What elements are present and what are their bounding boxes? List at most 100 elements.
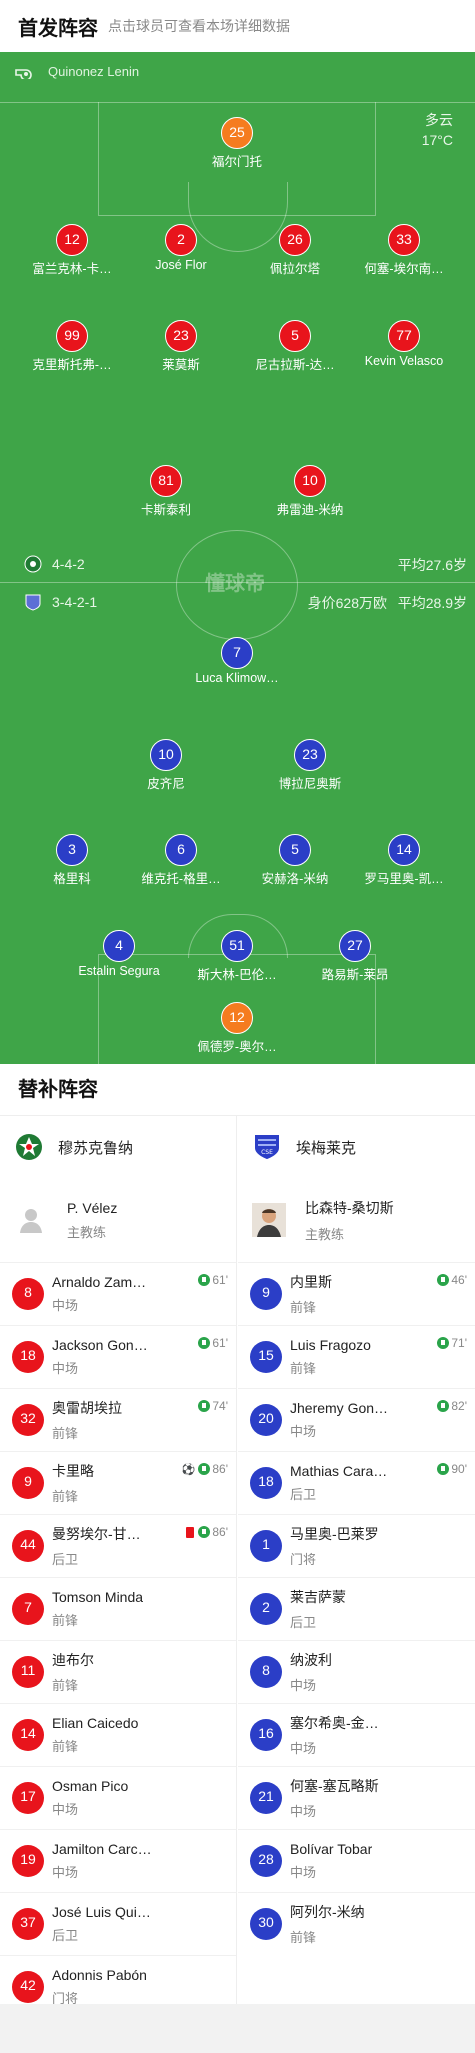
- sub-minute: 46': [451, 1273, 467, 1287]
- player-name: 格里科: [53, 872, 91, 886]
- player-marker[interactable]: 3 格里科: [12, 834, 132, 887]
- player-name: 纳波利: [290, 1652, 332, 1668]
- substitute-row[interactable]: 8 Arnaldo Zam… 中场 61': [0, 1262, 236, 1325]
- referee-name: Quinonez Lenin: [48, 64, 140, 79]
- substitute-row[interactable]: 7 Tomson Minda 前锋: [0, 1577, 236, 1640]
- sub-on-icon: [437, 1274, 450, 1286]
- substitute-row[interactable]: 9 内里斯 前锋 46': [238, 1262, 475, 1325]
- player-marker[interactable]: 12 佩德罗-奥尔…: [177, 1002, 297, 1055]
- jersey-number: 23: [165, 320, 197, 352]
- home-team-name: 穆苏克鲁纳: [58, 1139, 134, 1157]
- player-name: 莱莫斯: [162, 358, 200, 372]
- player-name: 斯大林-巴伦…: [197, 968, 277, 982]
- substitute-row[interactable]: 44 曼努埃尔-甘… 后卫 86': [0, 1514, 236, 1577]
- player-name: 曼努埃尔-甘…: [52, 1526, 141, 1542]
- substitute-row[interactable]: 14 Elian Caicedo 前锋: [0, 1703, 236, 1766]
- player-position: 前锋: [52, 1613, 79, 1628]
- player-marker[interactable]: 27 路易斯-莱昂: [295, 930, 415, 983]
- substitute-row[interactable]: 17 Osman Pico 中场: [0, 1766, 236, 1829]
- player-marker[interactable]: 81 卡斯泰利: [106, 465, 226, 518]
- substitute-row[interactable]: 9 卡里略 前锋 ⚽ 86': [0, 1451, 236, 1514]
- player-name: Arnaldo Zam…: [52, 1274, 147, 1290]
- sub-event: 61': [198, 1336, 228, 1350]
- player-name: 卡里略: [52, 1463, 94, 1479]
- player-position: 中场: [290, 1424, 317, 1439]
- player-name: Jheremy Gon…: [290, 1400, 389, 1416]
- player-marker[interactable]: 5 尼古拉斯-达…: [235, 320, 355, 373]
- player-marker[interactable]: 4 Estalin Segura: [59, 930, 179, 978]
- sub-minute: 82': [451, 1399, 467, 1413]
- watermark: 懂球帝: [205, 573, 265, 595]
- jersey-number: 7: [221, 637, 253, 669]
- player-marker[interactable]: 10 皮齐尼: [106, 739, 226, 792]
- jersey-number: 11: [12, 1656, 44, 1688]
- player-marker[interactable]: 77 Kevin Velasco: [344, 320, 464, 368]
- player-marker[interactable]: 14 罗马里奥-凯…: [344, 834, 464, 887]
- player-position: 中场: [52, 1298, 79, 1313]
- player-name: 迪布尔: [52, 1652, 94, 1668]
- home-coach[interactable]: P. Vélez 主教练: [0, 1178, 236, 1262]
- substitute-row[interactable]: 37 José Luis Qui… 后卫: [0, 1892, 236, 1955]
- player-marker[interactable]: 23 博拉尼奥斯: [250, 739, 370, 792]
- player-marker[interactable]: 23 莱莫斯: [121, 320, 241, 373]
- home-team-row[interactable]: 穆苏克鲁纳: [0, 1116, 236, 1178]
- substitute-row[interactable]: 1 马里奥-巴莱罗 门将: [238, 1514, 475, 1577]
- player-name: Luca Klimow…: [195, 671, 279, 685]
- jersey-number: 8: [250, 1656, 282, 1688]
- sub-minute: 86': [212, 1525, 228, 1539]
- player-marker[interactable]: 10 弗雷迪-米纳: [250, 465, 370, 518]
- player-name: 莱吉萨蒙: [290, 1589, 346, 1605]
- substitute-row[interactable]: 15 Luis Fragozo 前锋 71': [238, 1325, 475, 1388]
- substitute-row[interactable]: 42 Adonnis Pabón 门将: [0, 1955, 236, 2018]
- player-name: 罗马里奥-凯…: [364, 872, 444, 886]
- sub-event: 90': [437, 1462, 467, 1476]
- lineup-title: 首发阵容: [18, 17, 98, 40]
- jersey-number: 14: [12, 1719, 44, 1751]
- player-name: Kevin Velasco: [364, 354, 444, 368]
- player-marker[interactable]: 12 富兰克林-卡…: [12, 224, 132, 277]
- player-marker[interactable]: 2 José Flor: [121, 224, 241, 272]
- jersey-number: 23: [294, 739, 326, 771]
- substitute-row[interactable]: 18 Mathias Cara… 后卫 90': [238, 1451, 475, 1514]
- player-name: Bolívar Tobar: [290, 1841, 373, 1857]
- player-position: 后卫: [290, 1487, 317, 1502]
- away-avg-age: 平均28.9岁: [397, 595, 467, 611]
- substitute-row[interactable]: 30 阿列尔-米纳 前锋: [238, 1892, 475, 1955]
- substitute-row[interactable]: 16 塞尔希奥-金… 中场: [238, 1703, 475, 1766]
- player-marker[interactable]: 51 斯大林-巴伦…: [177, 930, 297, 983]
- player-marker[interactable]: 7 Luca Klimow…: [177, 637, 297, 685]
- player-name: 皮齐尼: [147, 777, 185, 791]
- sub-minute: 71': [451, 1336, 467, 1350]
- player-marker[interactable]: 6 维克托-格里…: [121, 834, 241, 887]
- substitute-row[interactable]: 32 奥雷胡埃拉 前锋 74': [0, 1388, 236, 1451]
- player-name: 阿列尔-米纳: [290, 1904, 365, 1920]
- jersey-number: 15: [250, 1341, 282, 1373]
- player-position: 中场: [290, 1678, 317, 1693]
- player-marker[interactable]: 25 福尔门托: [177, 117, 297, 170]
- player-position: 中场: [52, 1865, 79, 1880]
- player-marker[interactable]: 99 克里斯托弗-…: [12, 320, 132, 373]
- away-coach[interactable]: 比森特-桑切斯 主教练: [238, 1178, 475, 1262]
- substitute-row[interactable]: 2 莱吉萨蒙 后卫: [238, 1577, 475, 1640]
- player-marker[interactable]: 5 安赫洛-米纳: [235, 834, 355, 887]
- substitute-row[interactable]: 28 Bolívar Tobar 中场: [238, 1829, 475, 1892]
- player-marker[interactable]: 26 佩拉尔塔: [235, 224, 355, 277]
- sub-on-icon: [437, 1337, 450, 1349]
- substitute-row[interactable]: 18 Jackson Gon… 中场 61': [0, 1325, 236, 1388]
- substitute-row[interactable]: 21 何塞-塞瓦略斯 中场: [238, 1766, 475, 1829]
- substitute-row[interactable]: 20 Jheremy Gon… 中场 82': [238, 1388, 475, 1451]
- substitute-row[interactable]: 11 迪布尔 前锋: [0, 1640, 236, 1703]
- jersey-number: 18: [250, 1467, 282, 1499]
- weather-condition: 多云: [425, 112, 453, 128]
- coach-avatar-icon: [252, 1203, 286, 1237]
- coach-name: 比森特-桑切斯: [305, 1199, 394, 1216]
- sub-event: 74': [198, 1399, 228, 1413]
- player-marker[interactable]: 33 何塞-埃尔南…: [344, 224, 464, 277]
- away-team-row[interactable]: CSE 埃梅莱克: [238, 1116, 475, 1178]
- substitute-row[interactable]: 8 纳波利中场: [238, 1640, 475, 1703]
- sub-on-icon: [437, 1400, 450, 1412]
- substitute-row[interactable]: 19 Jamilton Carc… 中场: [0, 1829, 236, 1892]
- jersey-number: 2: [165, 224, 197, 256]
- jersey-number: 20: [250, 1404, 282, 1436]
- player-name: 佩拉尔塔: [269, 262, 320, 276]
